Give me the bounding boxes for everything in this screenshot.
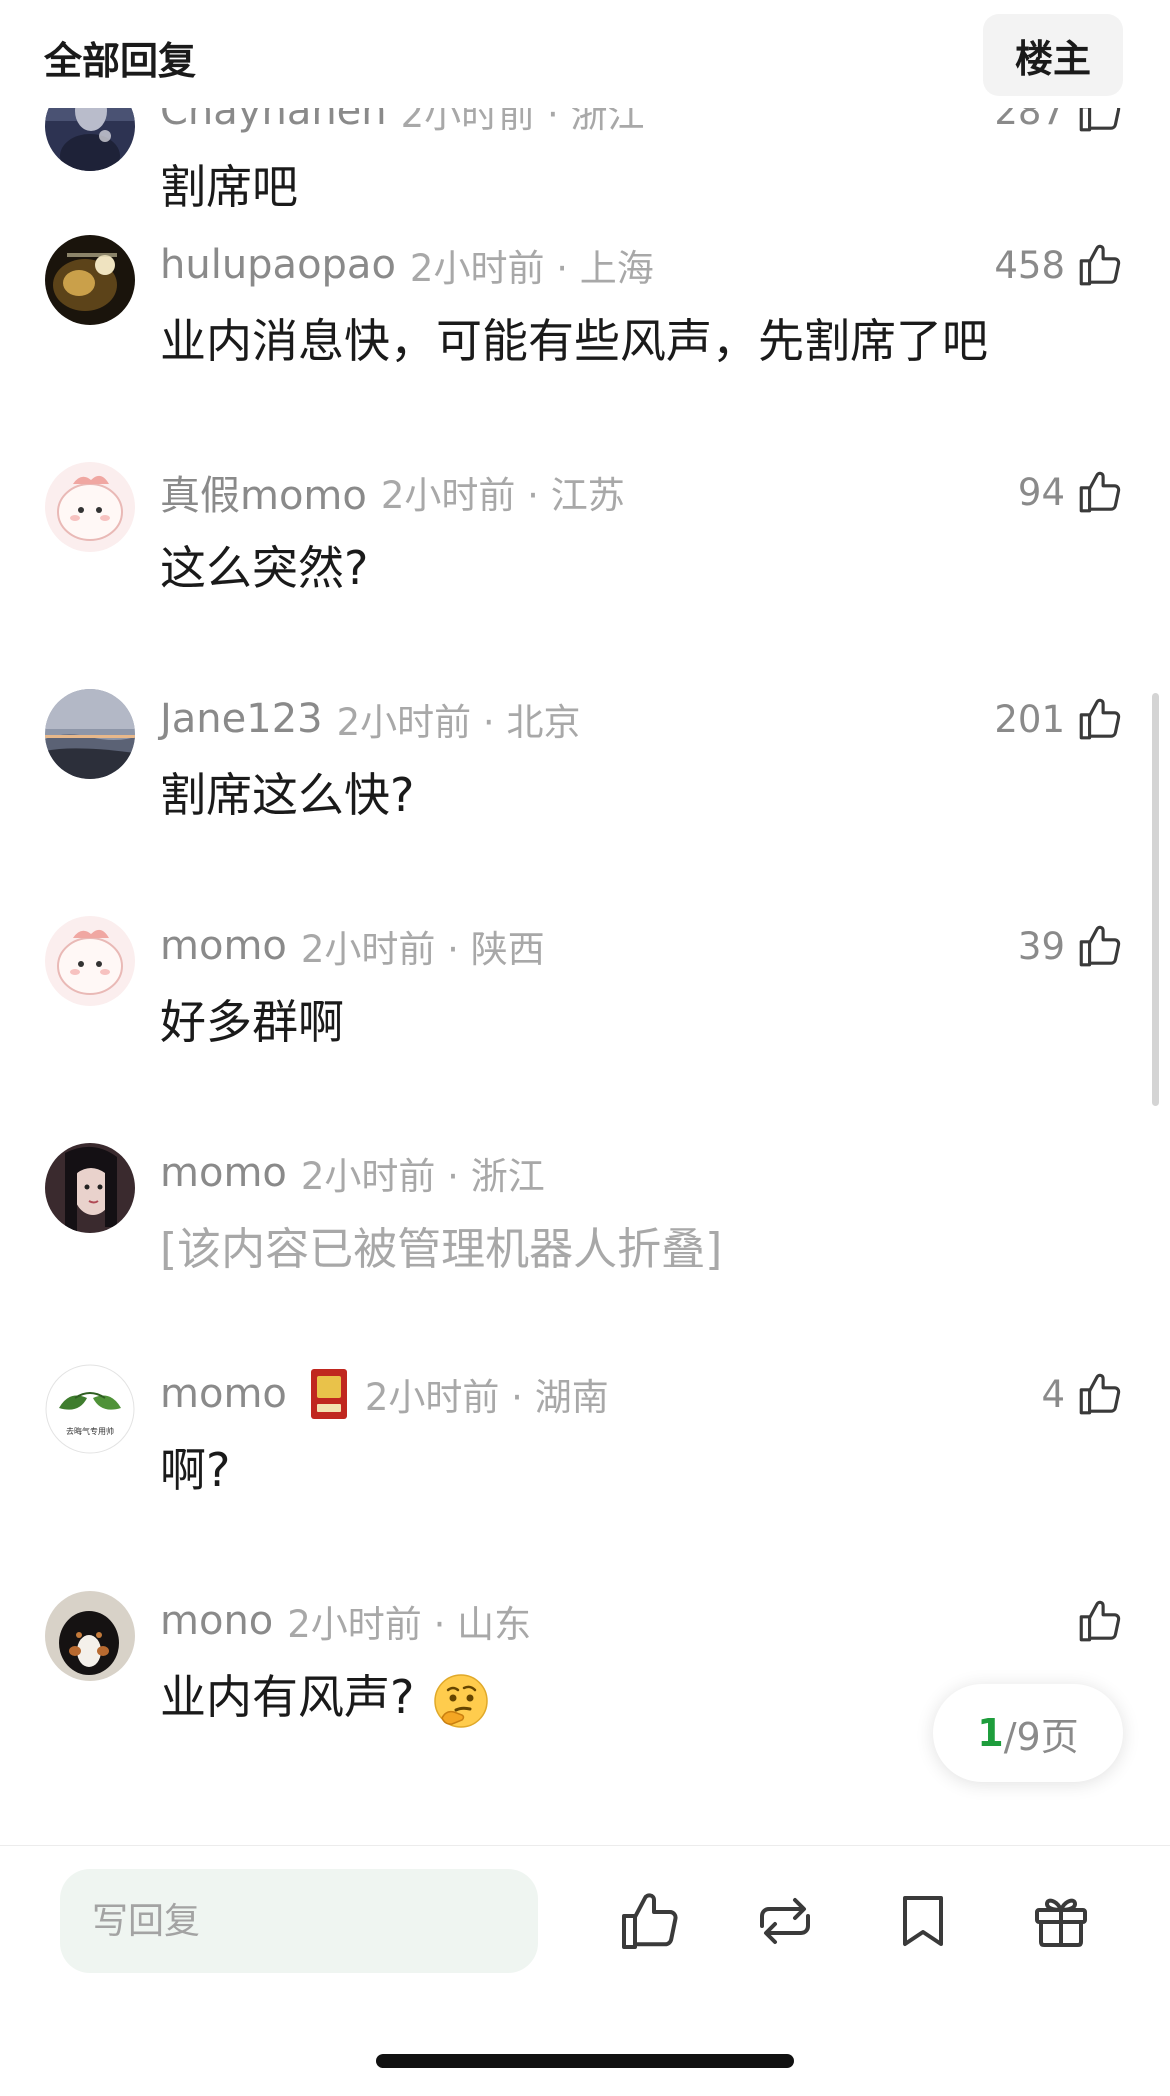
- page-title: 全部回复: [44, 39, 197, 83]
- op-only-button[interactable]: 楼主: [983, 14, 1123, 96]
- time-location: 2小时前 · 山东: [287, 1603, 532, 1646]
- username[interactable]: 真假momo: [160, 463, 367, 521]
- folded-content-notice[interactable]: [该内容已被管理机器人折叠]: [160, 1213, 722, 1277]
- time-location: 2小时前 · 浙江: [400, 108, 645, 136]
- thumbs-up-icon[interactable]: [1075, 240, 1125, 290]
- bookmark-icon[interactable]: [888, 1886, 958, 1956]
- thumbs-up-icon[interactable]: [1075, 1596, 1125, 1646]
- bottom-action-bar: [0, 1845, 1170, 2096]
- avatar[interactable]: [45, 235, 135, 325]
- comment-meta: hulupaopao 2小时前 · 上海: [160, 239, 654, 291]
- comment-meta: Chaynanen 2小时前 · 浙江: [160, 108, 644, 137]
- page-indicator[interactable]: 1/9页: [933, 1684, 1123, 1782]
- time-location: 2小时前 · 浙江: [300, 1155, 545, 1198]
- thinking-face-emoji: [434, 1673, 489, 1728]
- comment-item: momo 2小时前 · 浙江 [该内容已被管理机器人折叠]: [0, 1143, 1170, 1333]
- username[interactable]: momo: [160, 1150, 287, 1196]
- avatar[interactable]: [45, 689, 135, 779]
- gift-icon[interactable]: [1026, 1886, 1096, 1956]
- red-card-badge-icon: [310, 1369, 347, 1419]
- thumbs-up-icon[interactable]: [1075, 108, 1125, 136]
- username[interactable]: momo: [160, 923, 287, 969]
- thumbs-up-icon[interactable]: [1075, 1369, 1125, 1419]
- like-area: 39: [1018, 920, 1125, 972]
- header: 全部回复 楼主: [0, 0, 1170, 108]
- like-area: 458: [994, 239, 1125, 291]
- username[interactable]: momo: [160, 1371, 287, 1417]
- comment-content: 割席这么快?: [160, 768, 415, 822]
- comment-item: momo 2小时前 · 陕西 39 好多群啊: [0, 916, 1170, 1106]
- like-count: 201: [994, 697, 1065, 741]
- like-area: 201: [994, 693, 1125, 745]
- comment-meta: momo 2小时前 · 湖南: [160, 1368, 609, 1420]
- comment-item: 真假momo 2小时前 · 江苏 94 这么突然?: [0, 462, 1170, 652]
- scrollbar[interactable]: [1152, 693, 1159, 1106]
- comment-meta: momo 2小时前 · 陕西: [160, 920, 545, 972]
- comment-content: 啊?: [160, 1443, 231, 1497]
- like-area: [1075, 1595, 1125, 1647]
- username[interactable]: hulupaopao: [160, 242, 396, 288]
- username[interactable]: mono: [160, 1598, 273, 1644]
- avatar[interactable]: [45, 916, 135, 1006]
- thumbs-up-icon[interactable]: [1075, 467, 1125, 517]
- avatar[interactable]: [45, 462, 135, 552]
- comment-content: 好多群啊: [160, 995, 344, 1049]
- time-location: 2小时前 · 江苏: [380, 474, 625, 517]
- home-indicator: [376, 2054, 794, 2068]
- like-area: 287: [994, 108, 1125, 137]
- repost-icon[interactable]: [750, 1886, 820, 1956]
- like-area: 4: [1041, 1368, 1125, 1420]
- comment-meta: 真假momo 2小时前 · 江苏: [160, 463, 625, 521]
- comment-meta: mono 2小时前 · 山东: [160, 1595, 531, 1647]
- comment-item: Jane123 2小时前 · 北京 201 割席这么快?: [0, 689, 1170, 879]
- comment-item: 去晦气专用帅 momo 2小时前 · 湖南 4 啊?: [0, 1364, 1170, 1554]
- avatar[interactable]: [45, 108, 135, 171]
- comment-content: 这么突然?: [160, 541, 369, 595]
- username[interactable]: Chaynanen: [160, 108, 387, 134]
- like-count: 287: [994, 108, 1065, 133]
- thumbs-up-icon[interactable]: [615, 1886, 685, 1956]
- time-location: 2小时前 · 上海: [409, 247, 654, 290]
- like-count: 458: [994, 243, 1065, 287]
- time-location: 2小时前 · 陕西: [300, 928, 545, 971]
- comment-content-row: 业内有风声?: [160, 1661, 490, 1730]
- like-area: 94: [1018, 466, 1125, 518]
- like-count: 4: [1041, 1372, 1065, 1416]
- avatar[interactable]: 去晦气专用帅: [45, 1364, 135, 1454]
- comment-meta: momo 2小时前 · 浙江: [160, 1147, 545, 1199]
- comment-meta: Jane123 2小时前 · 北京: [160, 693, 580, 745]
- comment-content: 割席吧: [160, 160, 298, 214]
- comment-item: hulupaopao 2小时前 · 上海 458 业内消息快，可能有些风声，先割…: [0, 235, 1170, 425]
- like-count: 94: [1017, 470, 1065, 514]
- comment-content: 业内有风声?: [160, 1670, 415, 1724]
- avatar-caption: 去晦气专用帅: [66, 1426, 114, 1436]
- like-count: 39: [1017, 924, 1065, 968]
- current-page: 1: [977, 1711, 1004, 1755]
- avatar[interactable]: [45, 1143, 135, 1233]
- total-pages: /9页: [1003, 1714, 1079, 1759]
- username[interactable]: Jane123: [160, 696, 323, 742]
- comment-content: 业内消息快，可能有些风声，先割席了吧: [160, 314, 988, 368]
- time-location: 2小时前 · 湖南: [364, 1376, 609, 1419]
- avatar[interactable]: [45, 1591, 135, 1681]
- reply-input[interactable]: [60, 1869, 538, 1973]
- thumbs-up-icon[interactable]: [1075, 694, 1125, 744]
- time-location: 2小时前 · 北京: [336, 701, 581, 744]
- comment-list[interactable]: Chaynanen 2小时前 · 浙江 287 割席吧 hulupaopao 2…: [0, 108, 1170, 1845]
- thumbs-up-icon[interactable]: [1075, 921, 1125, 971]
